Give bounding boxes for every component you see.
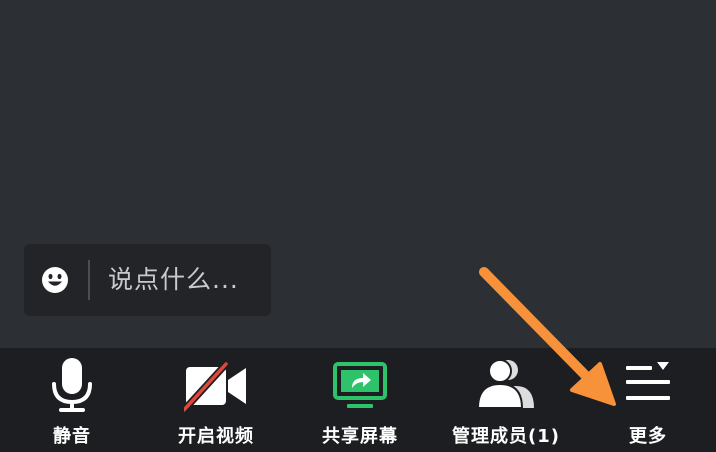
more-label: 更多 — [629, 426, 667, 447]
manage-members-label: 管理成员(1) — [452, 426, 560, 447]
smiley-face-icon[interactable] — [41, 266, 69, 294]
meeting-screen: 说点什么... 静音 开启视频 共享屏幕 管理成员(1) 更多 — [0, 0, 716, 452]
chat-input-box[interactable]: 说点什么... — [24, 244, 271, 316]
video-camera-off-icon — [184, 362, 246, 413]
chat-placeholder[interactable]: 说点什么... — [108, 244, 239, 316]
share-screen-button[interactable]: 共享屏幕 — [292, 348, 428, 452]
mute-label: 静音 — [53, 426, 91, 447]
microphone-icon — [52, 358, 92, 412]
more-menu-icon — [626, 362, 670, 400]
more-button[interactable]: 更多 — [596, 348, 700, 452]
mute-button[interactable]: 静音 — [12, 348, 132, 452]
manage-members-button[interactable]: 管理成员(1) — [444, 348, 568, 452]
start-video-button[interactable]: 开启视频 — [146, 348, 286, 452]
bottom-toolbar: 静音 开启视频 共享屏幕 管理成员(1) 更多 — [0, 348, 716, 452]
chat-divider — [88, 260, 90, 300]
share-screen-label: 共享屏幕 — [322, 426, 398, 447]
start-video-label: 开启视频 — [178, 426, 254, 447]
share-screen-icon — [333, 362, 387, 408]
members-icon — [476, 359, 534, 409]
